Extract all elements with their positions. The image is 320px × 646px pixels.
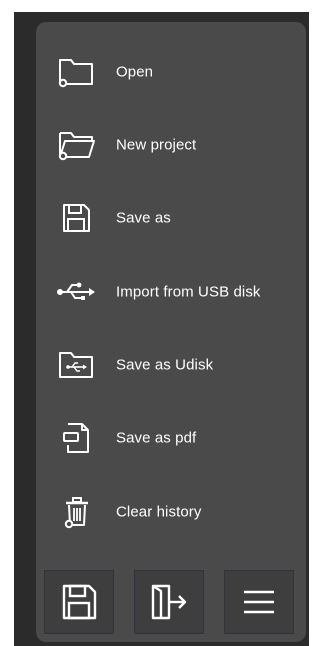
folder-usb-icon: [54, 347, 98, 383]
menu-item-label: Save as Udisk: [116, 356, 214, 374]
menu-item-save-as[interactable]: Save as: [36, 190, 306, 246]
menu-item-label: New project: [116, 136, 197, 154]
folder-open-icon: [54, 54, 98, 90]
menu-item-save-pdf[interactable]: Save as pdf: [36, 410, 306, 466]
menu-item-import-usb[interactable]: Import from USB disk: [36, 264, 306, 320]
pdf-file-icon: [54, 420, 98, 456]
trash-icon: [54, 494, 98, 530]
hamburger-menu-icon: [241, 586, 277, 618]
menu-item-new-project[interactable]: New project: [36, 117, 306, 173]
menu-item-clear-history[interactable]: Clear history: [36, 484, 306, 540]
menu-button[interactable]: [224, 570, 294, 634]
save-button[interactable]: [44, 570, 114, 634]
floppy-icon: [54, 200, 98, 236]
bottom-toolbar: [42, 570, 300, 636]
folder-new-icon: [54, 127, 98, 163]
menu-item-save-udisk[interactable]: Save as Udisk: [36, 337, 306, 393]
usb-icon: [54, 274, 98, 310]
menu-item-label: Import from USB disk: [116, 283, 261, 301]
menu-item-label: Save as pdf: [116, 429, 197, 447]
exit-button[interactable]: [134, 570, 204, 634]
menu-item-open[interactable]: Open: [36, 44, 306, 100]
side-menu-panel: Open New project Save as Import from USB…: [36, 22, 306, 642]
menu-item-label: Open: [116, 63, 154, 81]
floppy-icon: [59, 582, 99, 622]
menu-item-label: Save as: [116, 209, 171, 227]
menu-item-label: Clear history: [116, 503, 202, 521]
exit-icon: [147, 582, 191, 622]
